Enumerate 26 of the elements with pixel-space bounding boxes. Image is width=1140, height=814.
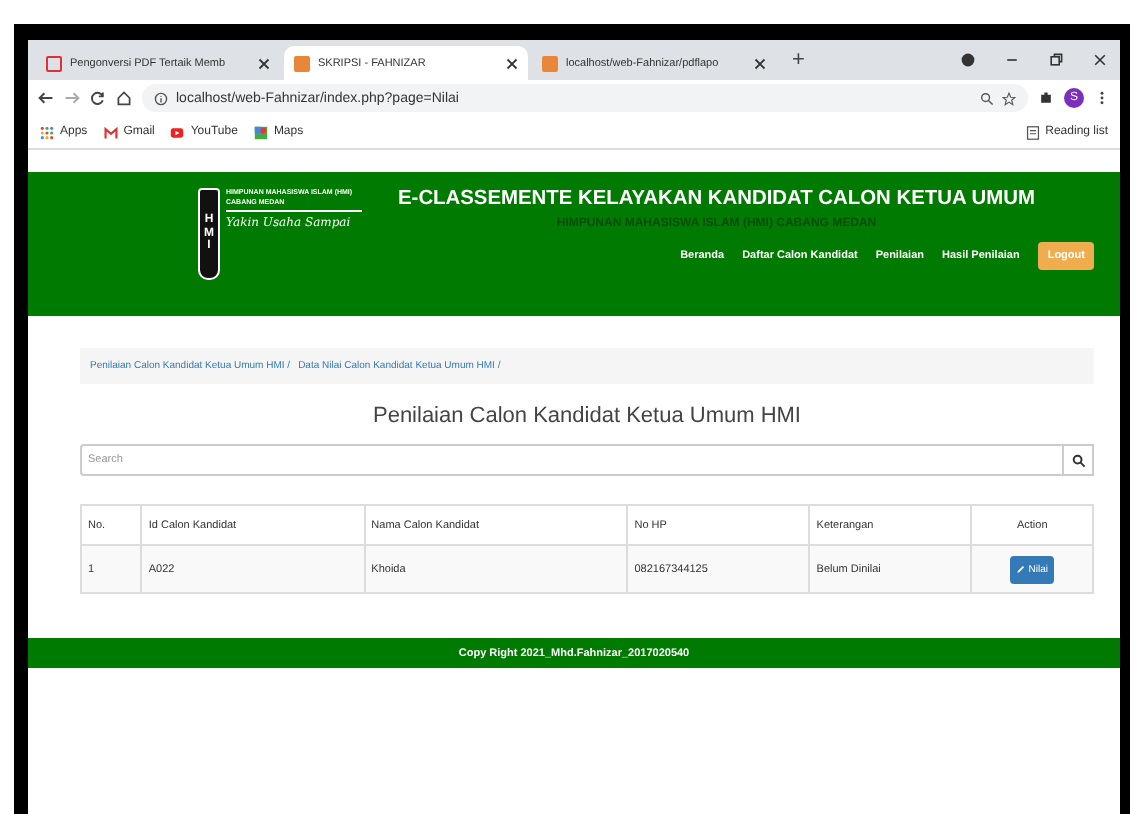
home-icon[interactable]	[116, 90, 132, 106]
search-button[interactable]	[1064, 444, 1094, 476]
favicon-icon	[46, 55, 62, 71]
map-icon	[253, 125, 268, 139]
page-title: Penilaian Calon Kandidat Ketua Umum HMI	[370, 404, 803, 428]
star-icon[interactable]	[1002, 91, 1016, 105]
site-title: E-CLASSEMENTE KELAYAKAN KANDIDAT CALON KETUA UMUM	[398, 188, 1035, 210]
apps-grid-icon	[40, 125, 54, 139]
close-icon[interactable]	[506, 57, 518, 69]
mail-icon	[103, 125, 118, 139]
close-icon[interactable]	[754, 57, 766, 69]
play-icon	[170, 125, 185, 139]
reading-list-icon	[1025, 125, 1040, 139]
reload-icon[interactable]	[90, 90, 106, 106]
search-icon	[1071, 453, 1085, 467]
back-icon[interactable]	[38, 90, 54, 106]
favicon-icon	[294, 55, 310, 71]
favicon-icon	[542, 55, 558, 71]
record-icon[interactable]	[960, 52, 976, 68]
zoom-icon[interactable]	[980, 91, 994, 105]
close-icon[interactable]	[1092, 52, 1108, 68]
info-icon	[154, 91, 168, 105]
close-icon[interactable]	[258, 57, 270, 69]
restore-icon[interactable]	[1048, 52, 1064, 68]
new-tab-button[interactable]: +	[780, 48, 817, 72]
pencil-icon	[1016, 564, 1027, 574]
